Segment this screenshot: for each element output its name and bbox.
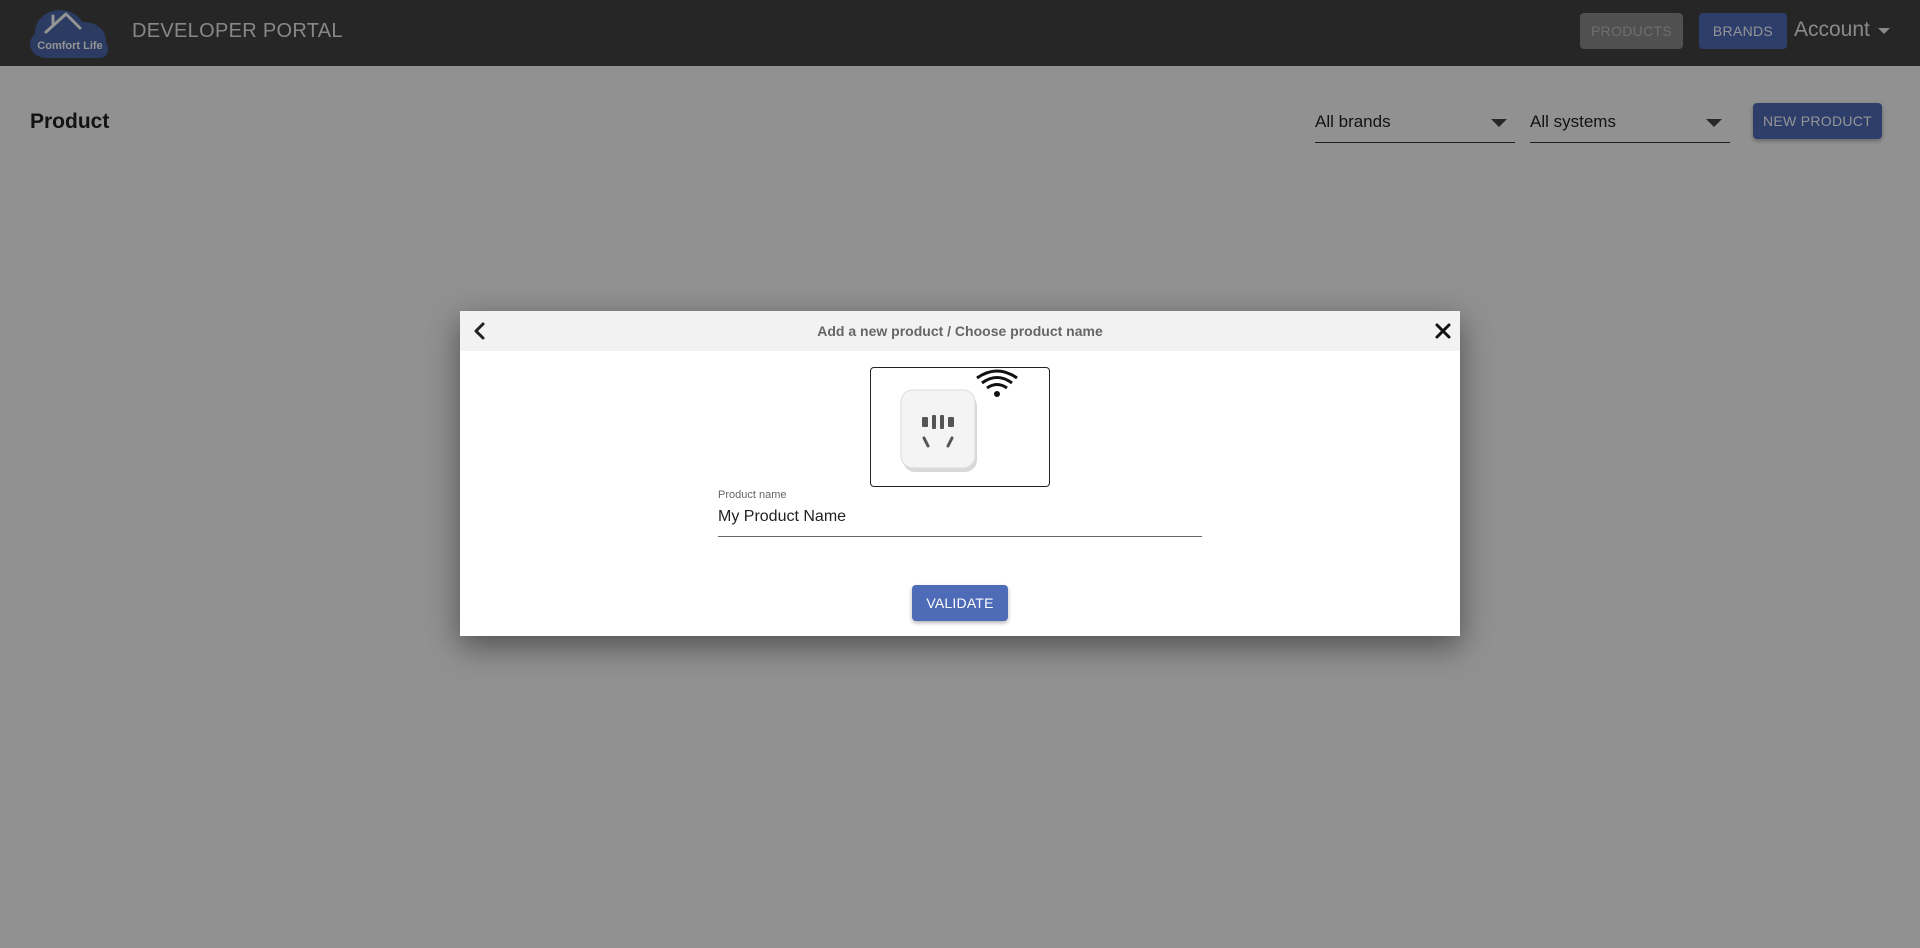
product-name-input[interactable] xyxy=(718,505,1202,529)
dialog-title: Add a new product / Choose product name xyxy=(817,323,1103,339)
dialog-header: Add a new product / Choose product name xyxy=(460,311,1460,351)
product-name-field[interactable]: Product name xyxy=(718,489,1202,537)
product-image[interactable] xyxy=(870,367,1050,487)
wifi-icon xyxy=(976,369,1018,397)
close-icon[interactable] xyxy=(1432,320,1454,342)
product-name-label: Product name xyxy=(718,489,787,501)
add-product-dialog: Add a new product / Choose product name xyxy=(460,311,1460,636)
validate-button[interactable]: VALIDATE xyxy=(912,585,1008,621)
